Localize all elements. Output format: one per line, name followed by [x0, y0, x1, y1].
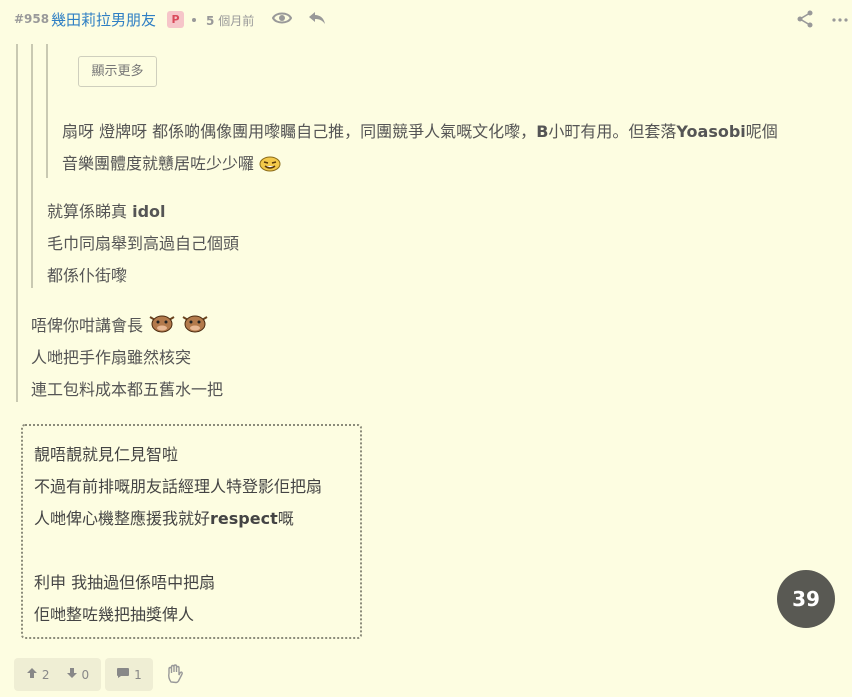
quote-bar-outer — [16, 44, 18, 402]
hand-icon[interactable] — [166, 664, 184, 688]
post-header: #958 幾田莉拉男朋友 P 5 個月前 — [0, 0, 852, 40]
post-number[interactable]: #958 — [14, 12, 49, 26]
upvote-icon[interactable] — [26, 667, 38, 682]
reply-icon[interactable] — [308, 10, 326, 30]
cow-emoji-icon — [148, 312, 176, 338]
username-link[interactable]: 幾田莉拉男朋友 — [51, 9, 156, 30]
comment-count: 1 — [134, 667, 142, 682]
quote-mid-line-2: 毛巾同扇舉到高過自己個頭 — [47, 234, 240, 253]
quote-deep-line-1: 扇呀 燈牌呀 都係啲偶像團用嚟矚自己推，同團競爭人氣嘅文化嚟，B小町有用。但套落… — [62, 122, 778, 141]
quote-outer-line-1: 唔俾你咁講會長 — [31, 312, 209, 338]
page-number-badge[interactable]: 39 — [777, 570, 835, 628]
reply-line-4: 利申 我抽過但係唔中把扇 — [34, 573, 216, 592]
quote-deep-line-2: 音樂團體度就戇居咗少少囉 — [62, 150, 281, 176]
more-options-icon[interactable] — [832, 12, 848, 31]
quote-outer-line-2: 人哋把手作扇雖然核突 — [31, 348, 192, 367]
reply-line-2: 不過有前排嘅朋友話經理人特登影佢把扇 — [34, 477, 323, 496]
quote-mid-line-3: 都係仆街嚟 — [47, 266, 128, 285]
show-more-button[interactable]: 顯示更多 — [78, 56, 157, 87]
quote-outer-line-3: 連工包料成本都五舊水一把 — [31, 380, 224, 399]
vote-buttons: 2 0 — [14, 658, 101, 691]
comment-button[interactable]: 1 — [105, 658, 153, 691]
separator-dot — [192, 18, 196, 22]
quote-mid-line-1: 就算係睇真 idol — [47, 202, 166, 221]
cow-emoji-icon — [181, 312, 209, 338]
quote-bar-middle — [31, 44, 33, 288]
share-icon[interactable] — [796, 10, 814, 32]
downvote-icon[interactable] — [66, 667, 78, 682]
laughing-emoji-icon — [259, 154, 281, 176]
eye-icon[interactable] — [271, 10, 293, 30]
comment-icon — [116, 667, 130, 682]
reply-line-5: 佢哋整咗幾把抽獎俾人 — [34, 605, 195, 624]
downvote-count: 0 — [81, 667, 90, 682]
upvote-count: 2 — [41, 667, 50, 682]
post-time: 5 個月前 — [206, 14, 255, 28]
user-badge: P — [167, 11, 184, 28]
reply-line-1: 靚唔靚就見仁見智啦 — [34, 445, 179, 464]
reply-line-3: 人哋俾心機整應援我就好respect嘅 — [34, 509, 294, 528]
quote-bar-inner — [46, 44, 48, 178]
